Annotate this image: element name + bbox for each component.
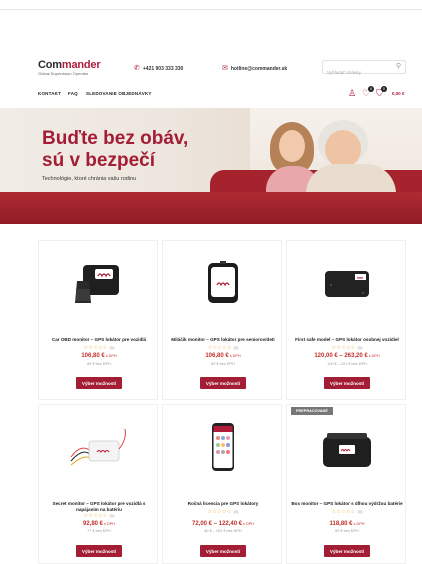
- search-box: ⚲: [322, 60, 406, 79]
- product-name[interactable]: Car OBD monitor – GPS lokátor pre vozidl…: [43, 337, 155, 343]
- product-image-box-monitor: [323, 433, 371, 467]
- cart-badge: 0: [380, 86, 387, 92]
- site-header: Commander Global Supervision Operator ✆ …: [0, 56, 422, 84]
- email-address: hotline@commander.sk: [230, 65, 288, 72]
- product-card[interactable]: First safe model – GPS lokátor osobnej v…: [286, 240, 406, 400]
- rating-stars: ☆☆☆☆☆ (0): [207, 509, 239, 515]
- rating-stars: ☆☆☆☆☆ (0): [331, 345, 363, 351]
- price-without-vat: 77 € bez DPH: [87, 529, 111, 533]
- nav-icons: ♙ ♡ 0 ⛉ 0 0,00 €: [348, 86, 405, 98]
- product-image-milacik: [208, 261, 238, 303]
- hero-banner: Buďte bez obáv, sú v bezpečí Technológie…: [0, 108, 422, 224]
- select-options-button[interactable]: Výber možností: [324, 545, 370, 557]
- hero-title: Buďte bez obáv, sú v bezpečí: [42, 128, 189, 171]
- email-contact[interactable]: ✉ hotline@commander.sk: [222, 65, 287, 72]
- product-name[interactable]: Miláčik monitor – GPS lokátor pre senior…: [167, 337, 279, 343]
- product-name[interactable]: Secret monitor – GPS lokátor pre vozidlá…: [43, 501, 155, 513]
- nav-item-faq[interactable]: FAQ: [68, 91, 78, 96]
- cart-icon[interactable]: ⛉ 0: [376, 86, 387, 98]
- product-grid: Car OBD monitor – GPS lokátor pre vozidl…: [38, 240, 406, 564]
- commander-logo[interactable]: Commander Global Supervision Operator: [38, 59, 101, 77]
- select-options-button[interactable]: Výber možností: [200, 377, 246, 389]
- search-input[interactable]: [323, 66, 391, 79]
- product-card[interactable]: Car OBD monitor – GPS lokátor pre vozidl…: [38, 240, 158, 400]
- price-with-vat: 72,00 € – 122,40 €s DPH: [191, 521, 255, 527]
- price-without-vat: 60 € – 102 € bez DPH: [204, 529, 242, 533]
- user-icon[interactable]: ♙: [348, 89, 356, 98]
- rating-stars: ☆☆☆☆☆ (0): [83, 513, 115, 519]
- rating-stars: ☆☆☆☆☆ (0): [207, 345, 239, 351]
- product-name[interactable]: Ročná licencia pre GPS lokátory: [167, 501, 279, 507]
- product-image-obd: [75, 265, 119, 303]
- nav-item-kontakt[interactable]: KONTAKT: [38, 91, 61, 96]
- select-options-button[interactable]: Výber možností: [200, 545, 246, 557]
- cart-total[interactable]: 0,00 €: [392, 91, 405, 96]
- sofa-seat: [0, 192, 422, 224]
- product-card[interactable]: Miláčik monitor – GPS lokátor pre senior…: [162, 240, 282, 400]
- phone-contact[interactable]: ✆ +421 903 333 330: [134, 65, 183, 72]
- product-card[interactable]: PREPRACOVANÉ Box monitor – GPS lokátor s…: [286, 404, 406, 564]
- price-without-vat: 89 € bez DPH: [211, 362, 235, 366]
- hero-subtitle: Technológie, ktoré chránia vašu rodinu: [42, 176, 137, 182]
- price-with-vat: 92,80 €s DPH: [82, 521, 115, 527]
- product-image-license-phone: [212, 423, 234, 471]
- product-name[interactable]: Box monitor – GPS lokátor s dlhou výdržo…: [291, 501, 403, 507]
- main-nav: KONTAKT FAQ SLEDOVANIE OBJEDNÁVKY ♙ ♡ 0 ⛉…: [0, 86, 422, 102]
- rating-stars: ☆☆☆☆☆ (0): [331, 509, 363, 515]
- price-without-vat: 89 € bez DPH: [87, 362, 111, 366]
- select-options-button[interactable]: Výber možností: [324, 377, 370, 389]
- select-options-button[interactable]: Výber možností: [76, 545, 122, 557]
- product-name[interactable]: First safe model – GPS lokátor osobnej v…: [291, 337, 403, 343]
- product-card[interactable]: Ročná licencia pre GPS lokátory ☆☆☆☆☆ (0)…: [162, 404, 282, 564]
- nav-item-order-tracking[interactable]: SLEDOVANIE OBJEDNÁVKY: [86, 91, 152, 96]
- price-without-vat: 100 € – 221 € bez DPH: [327, 362, 367, 366]
- product-tag: PREPRACOVANÉ: [291, 407, 333, 415]
- search-icon[interactable]: ⚲: [396, 62, 401, 72]
- top-divider: [0, 9, 422, 10]
- phone-number: +421 903 333 330: [142, 65, 184, 72]
- price-without-vat: 99 € bez DPH: [335, 529, 359, 533]
- price-with-vat: 106,80 €s DPH: [81, 353, 117, 359]
- phone-icon: ✆: [134, 65, 140, 72]
- price-with-vat: 118,80 €s DPH: [329, 521, 365, 527]
- price-with-vat: 120,00 € – 263,20 €s DPH: [314, 353, 380, 359]
- product-image-first-safe: [325, 271, 369, 297]
- child-face: [279, 130, 305, 162]
- mail-icon: ✉: [222, 65, 228, 72]
- logo-tagline: Global Supervision Operator: [38, 71, 89, 76]
- wishlist-icon[interactable]: ♡ 0: [362, 86, 375, 98]
- select-options-button[interactable]: Výber možností: [76, 377, 122, 389]
- wishlist-badge: 0: [368, 86, 375, 92]
- logo-wordmark: Commander: [38, 59, 101, 71]
- price-with-vat: 106,80 €s DPH: [205, 353, 241, 359]
- product-image-secret-monitor: [70, 428, 126, 466]
- rating-stars: ☆☆☆☆☆ (0): [83, 345, 115, 351]
- product-card[interactable]: Secret monitor – GPS lokátor pre vozidlá…: [38, 404, 158, 564]
- grandma-face: [325, 130, 361, 168]
